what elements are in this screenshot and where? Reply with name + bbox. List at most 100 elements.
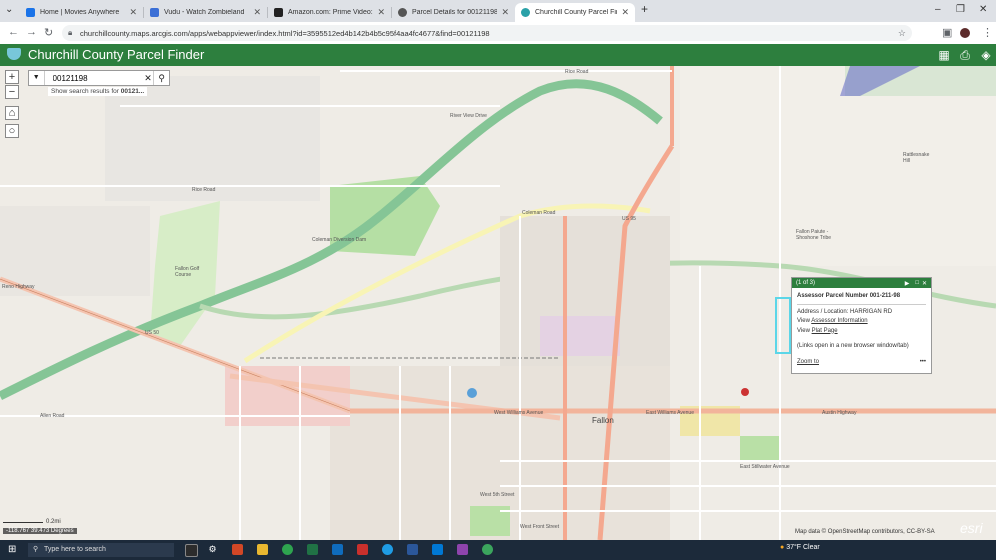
- outlook-icon[interactable]: [332, 544, 343, 555]
- taskbar-search-placeholder: Type here to search: [44, 546, 106, 553]
- tab-label: Amazon.com: Prime Video: Pri: [288, 9, 373, 16]
- print-icon[interactable]: ⎙: [958, 48, 972, 62]
- next-feature-icon[interactable]: ▶: [905, 280, 910, 287]
- app-icon[interactable]: [457, 544, 468, 555]
- scale-label: 0.2mi: [46, 519, 61, 525]
- map-label: Rice Road: [565, 69, 589, 75]
- more-icon[interactable]: •••: [920, 358, 926, 368]
- tab-vudu[interactable]: Vudu - Watch Zombieland ✕: [144, 3, 267, 22]
- close-icon[interactable]: ✕: [377, 7, 385, 18]
- lock-icon: 🔒︎: [68, 28, 73, 37]
- map-label: River View Drive: [450, 113, 487, 119]
- search-suggestion[interactable]: Show search results for 00121...: [48, 87, 148, 96]
- task-view-icon[interactable]: [185, 544, 198, 557]
- sidebar-icon[interactable]: ▣: [942, 26, 952, 39]
- assessor-info-link[interactable]: Assessor Information: [811, 318, 867, 324]
- url-text: churchillcounty.maps.arcgis.com/apps/web…: [80, 28, 490, 38]
- word-icon[interactable]: [407, 544, 418, 555]
- file-explorer-icon[interactable]: [257, 544, 268, 555]
- bookmark-star-icon[interactable]: ☆: [898, 28, 906, 39]
- zoom-in-button[interactable]: +: [5, 70, 19, 84]
- chrome-icon[interactable]: [282, 544, 293, 555]
- windows-start-icon[interactable]: ⊞: [8, 544, 16, 555]
- profile-avatar[interactable]: [960, 28, 970, 38]
- map-label: Austin Highway: [822, 410, 857, 416]
- esri-logo: esri: [960, 520, 983, 536]
- edge-icon[interactable]: [382, 544, 393, 555]
- maximize-popup-icon[interactable]: □: [915, 280, 919, 286]
- back-icon[interactable]: ←: [8, 26, 19, 38]
- map-label: West Front Street: [520, 524, 560, 530]
- tab-favicon-icon: [150, 8, 159, 17]
- map-label: Allen Road: [40, 413, 65, 419]
- home-button[interactable]: ⌂: [5, 106, 19, 120]
- excel-icon[interactable]: [307, 544, 318, 555]
- close-icon[interactable]: ✕: [501, 7, 509, 18]
- close-window-icon[interactable]: ✕: [979, 4, 987, 15]
- clear-icon[interactable]: ✕: [143, 73, 154, 84]
- locate-button[interactable]: ○: [5, 124, 19, 138]
- tab-parcel-details[interactable]: Parcel Details for 00121198 ✕: [392, 3, 515, 22]
- map-label: Rattlesnake Hill: [903, 152, 930, 164]
- tab-favicon-icon: [26, 8, 35, 17]
- app-icon[interactable]: [482, 544, 493, 555]
- map-label: East Stillwater Avenue: [740, 464, 790, 470]
- map-label: Fallon Golf Course: [175, 266, 200, 278]
- tab-favicon-icon: [398, 8, 407, 17]
- close-icon[interactable]: ✕: [621, 7, 629, 18]
- tab-favicon-icon: [274, 8, 283, 17]
- close-icon[interactable]: ✕: [129, 7, 137, 18]
- minimize-icon[interactable]: –: [935, 4, 941, 15]
- maximize-icon[interactable]: ❐: [956, 4, 965, 15]
- tab-label: Parcel Details for 00121198: [412, 9, 498, 16]
- map-label: Fallon: [592, 416, 614, 425]
- powerpoint-icon[interactable]: [232, 544, 243, 555]
- app-title: Churchill County Parcel Finder: [28, 47, 205, 62]
- popup-view-label: View: [797, 318, 810, 324]
- tab-search-icon[interactable]: ⌄: [5, 4, 13, 15]
- map-label: Rice Road: [192, 187, 216, 193]
- popup-header: (1 of 3) ▶ □ ✕: [792, 278, 931, 288]
- popup-counter: (1 of 3): [796, 280, 816, 286]
- forward-icon[interactable]: →: [26, 26, 37, 38]
- map-label: US 95: [622, 216, 636, 222]
- menu-icon[interactable]: ⋮: [982, 26, 993, 39]
- url-field[interactable]: 🔒︎ churchillcounty.maps.arcgis.com/apps/…: [62, 25, 912, 41]
- popup-address: Address / Location: HARRIGAN RD: [797, 308, 893, 315]
- new-tab-icon[interactable]: +: [641, 2, 648, 16]
- app-header: Churchill County Parcel Finder ▦ ⎙ ◈: [0, 44, 996, 66]
- zoom-out-button[interactable]: −: [5, 85, 19, 99]
- close-popup-icon[interactable]: ✕: [922, 280, 927, 287]
- close-icon[interactable]: ✕: [253, 7, 261, 18]
- store-icon[interactable]: [432, 544, 443, 555]
- tab-parcel-finder[interactable]: Churchill County Parcel Finder ✕: [515, 3, 635, 22]
- popup-view-label: View: [797, 327, 810, 334]
- zoom-to-link[interactable]: Zoom to: [797, 358, 819, 368]
- reload-icon[interactable]: ↻: [44, 26, 53, 39]
- popup-note: (Links open in a new browser window/tab): [797, 343, 909, 349]
- tab-movies-anywhere[interactable]: Home | Movies Anywhere ✕: [20, 3, 143, 22]
- tab-amazon[interactable]: Amazon.com: Prime Video: Pri ✕: [268, 3, 391, 22]
- browser-tab-strip: Home | Movies Anywhere ✕ Vudu - Watch Zo…: [0, 0, 996, 22]
- suggestion-prefix: Show search results for: [51, 88, 119, 95]
- settings-icon[interactable]: ⚙: [207, 544, 218, 555]
- windows-taskbar: ⊞ ⚲ Type here to search ⚙ ● 37°F Clear: [0, 540, 996, 560]
- mail-icon[interactable]: [357, 544, 368, 555]
- map-label: East Williams Avenue: [646, 410, 694, 416]
- layers-icon[interactable]: ◈: [979, 48, 993, 62]
- tab-label: Home | Movies Anywhere: [40, 9, 120, 16]
- weather-icon: ●: [780, 544, 785, 551]
- map-label: Coleman Diversion Dam: [312, 237, 367, 243]
- search-input[interactable]: [50, 72, 143, 84]
- map-label: Fallon Paiute - Shoshone Tribe: [796, 229, 832, 241]
- basemap-gallery-icon[interactable]: ▦: [937, 48, 951, 62]
- search-icon[interactable]: ⚲: [153, 71, 169, 85]
- popup-title: Assessor Parcel Number 001-211-98: [797, 292, 926, 305]
- map-label: West 5th Street: [480, 492, 515, 498]
- taskbar-search[interactable]: ⚲ Type here to search: [28, 543, 174, 557]
- coordinate-readout: -118.767 39.473 Degrees: [3, 528, 77, 534]
- plat-page-link[interactable]: Plat Page: [812, 328, 838, 334]
- scale-bar: 0.2mi: [3, 519, 61, 525]
- search-source-dropdown[interactable]: ▼: [29, 71, 45, 85]
- address-bar-row: ← → ↻ 🔒︎ churchillcounty.maps.arcgis.com…: [0, 22, 996, 45]
